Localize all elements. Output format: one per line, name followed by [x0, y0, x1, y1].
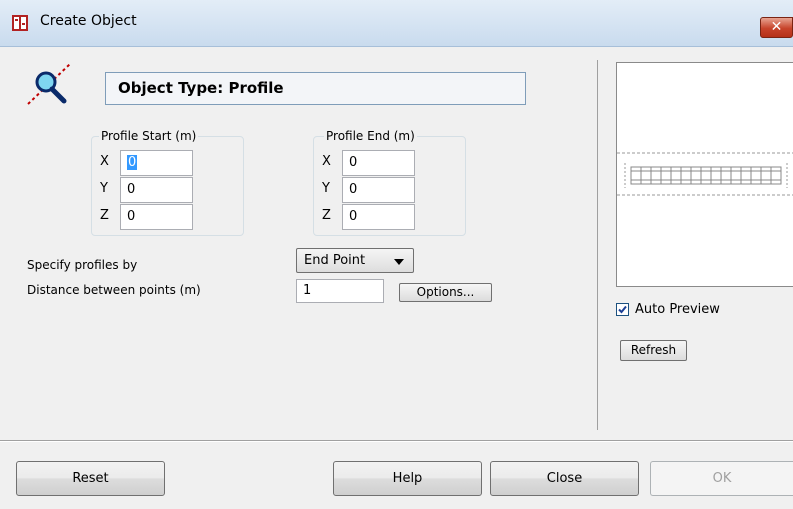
close-button[interactable]: Close	[490, 461, 639, 496]
preview-pane	[616, 62, 793, 287]
start-x-value: 0	[127, 155, 138, 170]
object-type-field: Object Type: Profile	[105, 72, 526, 105]
auto-preview-label: Auto Preview	[635, 302, 720, 317]
end-x-label: X	[322, 154, 331, 169]
refresh-button[interactable]: Refresh	[620, 340, 687, 361]
distance-input[interactable]: 1	[296, 279, 384, 303]
specify-profiles-value: End Point	[304, 253, 366, 268]
specify-profiles-dropdown[interactable]: End Point	[296, 248, 414, 273]
bottom-divider-highlight	[0, 441, 793, 442]
end-z-label: Z	[322, 208, 331, 223]
specify-profiles-label: Specify profiles by	[27, 258, 138, 272]
window-title: Create Object	[40, 13, 137, 29]
options-button[interactable]: Options...	[399, 283, 492, 302]
start-y-label: Y	[100, 181, 108, 196]
start-z-label: Z	[100, 208, 109, 223]
end-z-input[interactable]: 0	[342, 204, 415, 230]
auto-preview-checkbox[interactable]	[616, 303, 629, 316]
distance-label: Distance between points (m)	[27, 283, 201, 297]
checkmark-icon	[618, 305, 627, 314]
start-y-input[interactable]: 0	[120, 177, 193, 203]
profile-start-label: Profile Start (m)	[99, 129, 199, 144]
end-x-input[interactable]: 0	[342, 150, 415, 176]
start-z-input[interactable]: 0	[120, 204, 193, 230]
reset-button[interactable]: Reset	[16, 461, 165, 496]
profile-preview-graphic	[617, 152, 793, 196]
help-button[interactable]: Help	[333, 461, 482, 496]
window-close-button[interactable]: ✕	[760, 17, 793, 38]
app-icon	[12, 15, 28, 31]
profile-end-label: Profile End (m)	[324, 129, 417, 144]
start-x-input[interactable]: 0	[120, 150, 193, 176]
title-bar: Create Object ✕	[0, 0, 793, 47]
close-icon: ✕	[770, 19, 783, 35]
end-y-input[interactable]: 0	[342, 177, 415, 203]
vertical-divider	[597, 60, 598, 430]
start-x-label: X	[100, 154, 109, 169]
magnifier-search-icon	[27, 63, 71, 105]
chevron-down-icon	[394, 259, 404, 265]
end-y-label: Y	[322, 181, 330, 196]
ok-button[interactable]: OK	[650, 461, 793, 496]
